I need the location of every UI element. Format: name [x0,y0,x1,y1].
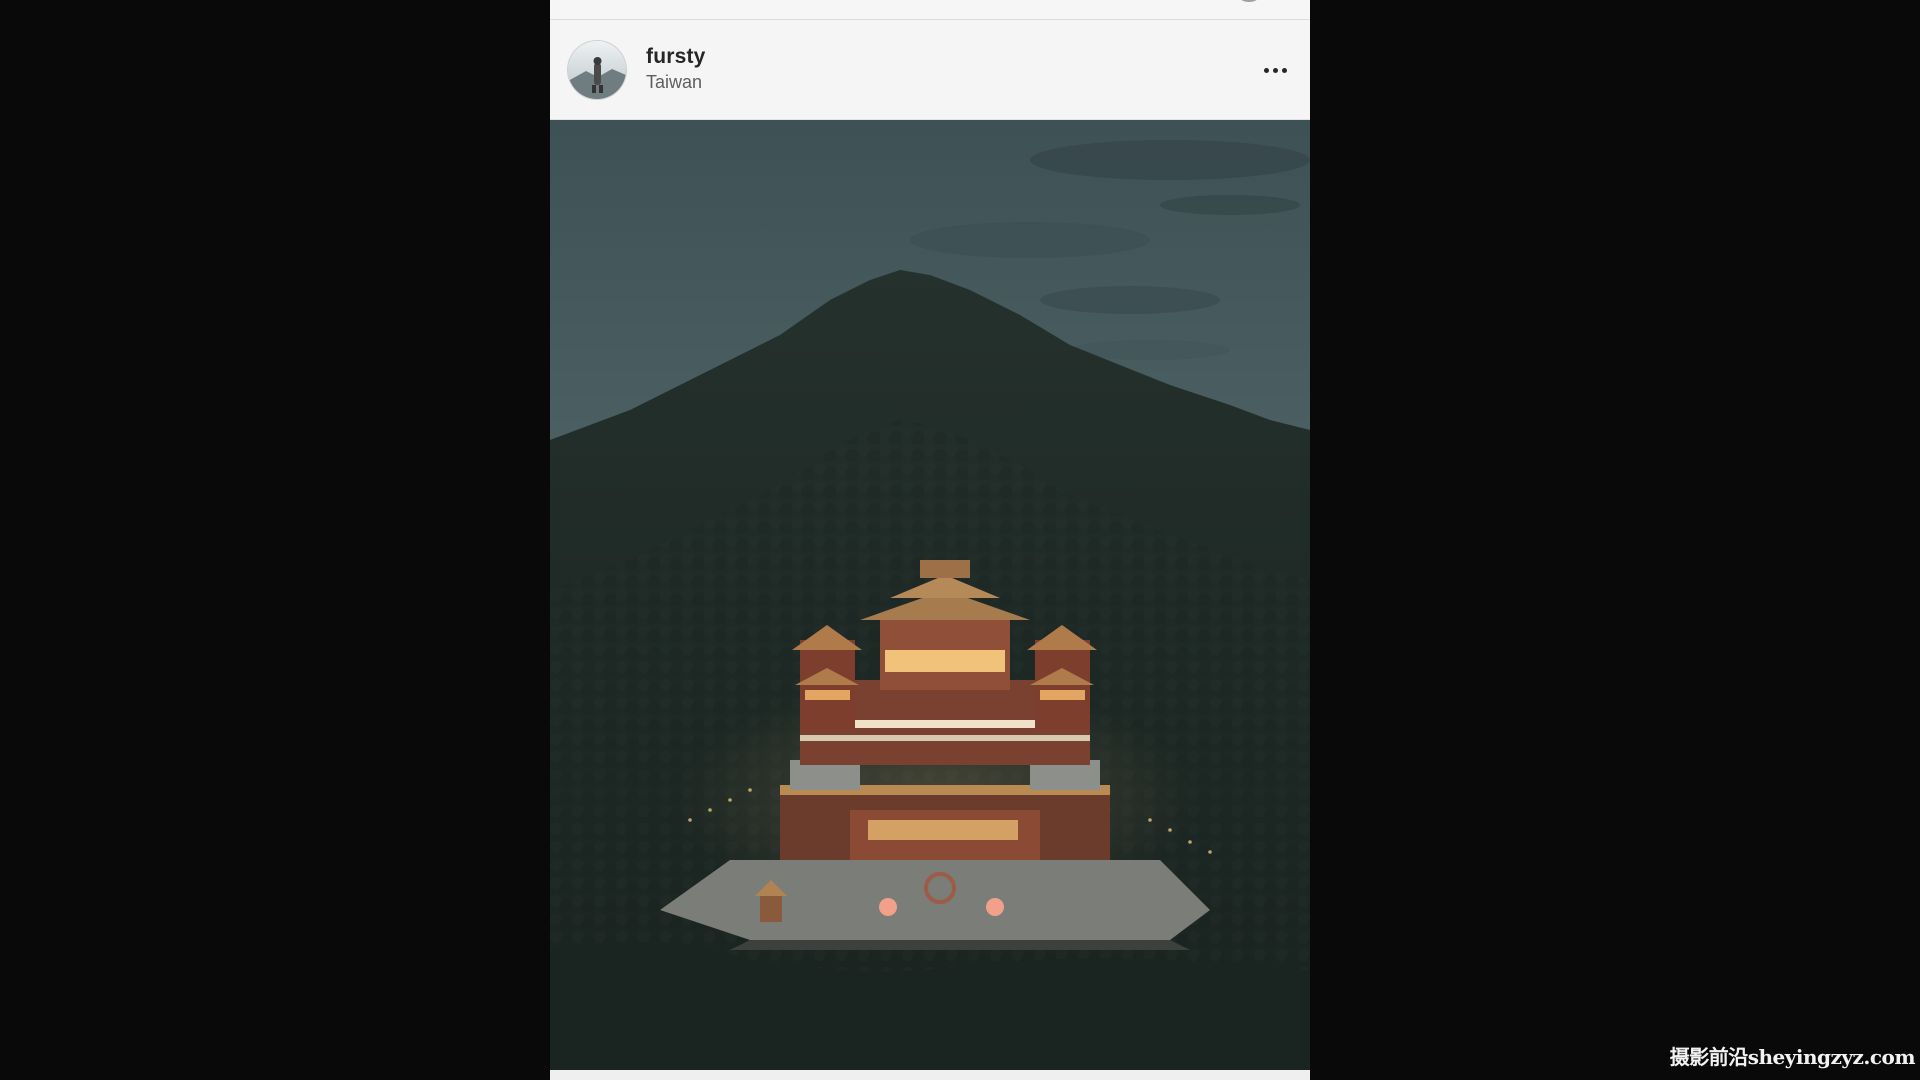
location-link[interactable]: Taiwan [646,70,706,94]
profile-avatar[interactable] [568,41,626,99]
user-info: fursty Taiwan [646,44,706,94]
more-dot [1281,67,1287,73]
post-footer-edge [550,1070,1310,1080]
more-horizontal-icon [1263,67,1269,73]
instagram-post: fursty Taiwan [550,0,1310,1080]
previous-post-edge [550,0,1310,20]
more-options-button[interactable] [1258,60,1292,80]
username-link[interactable]: fursty [646,44,706,70]
video-frame: fursty Taiwan 摄影前沿sheyingzyz.com [0,0,1920,1080]
more-dot [1272,67,1278,73]
previous-avatar [1238,0,1260,2]
post-header: fursty Taiwan [550,20,1310,120]
post-photo[interactable] [550,120,1310,1070]
avatar-image [568,41,626,99]
temple-on-mountain-photo [550,120,1310,1070]
watermark-text: 摄影前沿sheyingzyz.com [1669,1045,1916,1069]
